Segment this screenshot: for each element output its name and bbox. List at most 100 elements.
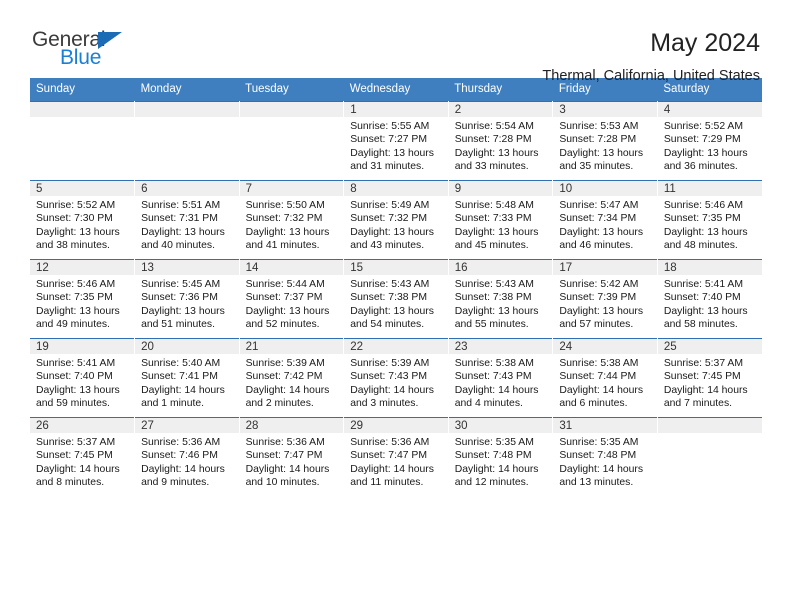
- calendar-day-cell[interactable]: 17 Sunrise: 5:42 AM Sunset: 7:39 PM Dayligh…: [552, 259, 658, 339]
- daylight-text: Daylight: 13 hours and 46 minutes.: [559, 226, 644, 251]
- calendar-week-row: 19 Sunrise: 5:41 AM Sunset: 7:40 PM Dayligh…: [30, 338, 762, 418]
- daylight-text: Daylight: 14 hours and 11 minutes.: [350, 463, 434, 488]
- daylight-text: Daylight: 13 hours and 58 minutes.: [663, 305, 748, 330]
- day-details: Sunrise: 5:46 AM Sunset: 7:35 PM Daylight:…: [658, 196, 762, 252]
- sunset-text: Sunset: 7:32 PM: [350, 213, 428, 225]
- calendar-day-cell[interactable]: 28 Sunrise: 5:36 AM Sunset: 7:47 PM Dayligh…: [239, 417, 345, 496]
- sunset-text: Sunset: 7:38 PM: [350, 292, 428, 304]
- day-number: 23: [448, 339, 553, 354]
- sunrise-text: Sunrise: 5:46 AM: [663, 200, 744, 211]
- calendar-day-cell[interactable]: 11 Sunrise: 5:46 AM Sunset: 7:35 PM Dayligh…: [657, 180, 762, 260]
- general-blue-logo-icon[interactable]: General Blue: [30, 28, 140, 74]
- calendar-day-cell[interactable]: 8 Sunrise: 5:49 AM Sunset: 7:32 PM Daylight…: [343, 180, 449, 260]
- calendar-day-cell[interactable]: 27 Sunrise: 5:36 AM Sunset: 7:46 PM Dayligh…: [134, 417, 240, 496]
- daylight-text: Daylight: 13 hours and 31 minutes.: [350, 147, 434, 172]
- title-block: May 2024 Thermal, California, United Sta…: [542, 28, 762, 86]
- calendar-day-cell[interactable]: 9 Sunrise: 5:48 AM Sunset: 7:33 PM Daylight…: [448, 180, 554, 260]
- calendar-week-row: 12 Sunrise: 5:46 AM Sunset: 7:35 PM Dayligh…: [30, 259, 762, 339]
- calendar-day-cell[interactable]: 20 Sunrise: 5:40 AM Sunset: 7:41 PM Dayligh…: [134, 338, 240, 418]
- day-details: Sunrise: 5:54 AM Sunset: 7:28 PM Daylight:…: [449, 117, 553, 173]
- sunset-text: Sunset: 7:46 PM: [141, 450, 218, 462]
- calendar-day-cell[interactable]: 23 Sunrise: 5:38 AM Sunset: 7:43 PM Dayligh…: [448, 338, 554, 418]
- calendar-cell-empty: [239, 101, 345, 181]
- sunrise-text: Sunrise: 5:38 AM: [559, 358, 639, 369]
- day-number: [239, 102, 344, 117]
- calendar-day-cell[interactable]: 29 Sunrise: 5:36 AM Sunset: 7:47 PM Dayligh…: [343, 417, 449, 496]
- sunrise-text: Sunrise: 5:36 AM: [245, 437, 325, 448]
- sunset-text: Sunset: 7:43 PM: [350, 371, 428, 383]
- day-details: Sunrise: 5:41 AM Sunset: 7:40 PM Daylight:…: [658, 275, 762, 331]
- sunrise-text: Sunrise: 5:44 AM: [245, 279, 325, 290]
- calendar-day-cell[interactable]: 25 Sunrise: 5:37 AM Sunset: 7:45 PM Dayligh…: [657, 338, 762, 418]
- sunrise-text: Sunrise: 5:43 AM: [454, 279, 534, 290]
- calendar-day-cell[interactable]: 7 Sunrise: 5:50 AM Sunset: 7:32 PM Daylight…: [239, 180, 345, 260]
- sunrise-text: Sunrise: 5:41 AM: [663, 279, 744, 290]
- sunrise-text: Sunrise: 5:43 AM: [350, 279, 430, 290]
- calendar-day-cell[interactable]: 1 Sunrise: 5:55 AM Sunset: 7:27 PM Daylight…: [343, 101, 449, 181]
- calendar-day-cell[interactable]: 4 Sunrise: 5:52 AM Sunset: 7:29 PM Daylight…: [657, 101, 762, 181]
- daylight-text: Daylight: 14 hours and 10 minutes.: [245, 463, 330, 488]
- calendar-day-cell[interactable]: 21 Sunrise: 5:39 AM Sunset: 7:42 PM Dayligh…: [239, 338, 345, 418]
- calendar-day-cell[interactable]: 10 Sunrise: 5:47 AM Sunset: 7:34 PM Dayligh…: [552, 180, 658, 260]
- daylight-text: Daylight: 13 hours and 59 minutes.: [36, 384, 120, 409]
- day-details: Sunrise: 5:52 AM Sunset: 7:30 PM Daylight:…: [30, 196, 134, 252]
- sunset-text: Sunset: 7:33 PM: [454, 213, 532, 225]
- calendar-day-cell[interactable]: 12 Sunrise: 5:46 AM Sunset: 7:35 PM Dayligh…: [30, 259, 136, 339]
- calendar-day-cell[interactable]: 16 Sunrise: 5:43 AM Sunset: 7:38 PM Dayligh…: [448, 259, 554, 339]
- sunset-text: Sunset: 7:28 PM: [454, 134, 532, 146]
- calendar-day-cell[interactable]: 13 Sunrise: 5:45 AM Sunset: 7:36 PM Dayligh…: [134, 259, 240, 339]
- calendar-day-cell[interactable]: 18 Sunrise: 5:41 AM Sunset: 7:40 PM Dayligh…: [657, 259, 762, 339]
- page-header: General Blue May 2024 Thermal, Californi…: [30, 0, 762, 84]
- calendar-week-row: 5 Sunrise: 5:52 AM Sunset: 7:30 PM Daylight…: [30, 180, 762, 260]
- day-details: Sunrise: 5:48 AM Sunset: 7:33 PM Daylight:…: [449, 196, 553, 252]
- sunrise-text: Sunrise: 5:38 AM: [454, 358, 534, 369]
- day-number: 4: [657, 102, 762, 117]
- calendar-day-cell[interactable]: 2 Sunrise: 5:54 AM Sunset: 7:28 PM Daylight…: [448, 101, 554, 181]
- day-number: 28: [239, 418, 344, 433]
- day-details: Sunrise: 5:46 AM Sunset: 7:35 PM Daylight:…: [30, 275, 134, 331]
- daylight-text: Daylight: 14 hours and 6 minutes.: [559, 384, 644, 409]
- daylight-text: Daylight: 13 hours and 45 minutes.: [454, 226, 539, 251]
- calendar-day-cell[interactable]: 26 Sunrise: 5:37 AM Sunset: 7:45 PM Dayligh…: [30, 417, 136, 496]
- day-number: 20: [135, 339, 239, 354]
- day-number: 1: [344, 102, 448, 117]
- day-details: Sunrise: 5:49 AM Sunset: 7:32 PM Daylight:…: [344, 196, 448, 252]
- calendar-day-cell[interactable]: 6 Sunrise: 5:51 AM Sunset: 7:31 PM Daylight…: [134, 180, 240, 260]
- calendar-day-cell[interactable]: 22 Sunrise: 5:39 AM Sunset: 7:43 PM Dayligh…: [343, 338, 449, 418]
- calendar-day-cell[interactable]: 31 Sunrise: 5:35 AM Sunset: 7:48 PM Dayligh…: [552, 417, 658, 496]
- calendar-day-cell[interactable]: 30 Sunrise: 5:35 AM Sunset: 7:48 PM Dayligh…: [448, 417, 554, 496]
- calendar-day-cell[interactable]: 15 Sunrise: 5:43 AM Sunset: 7:38 PM Dayligh…: [343, 259, 449, 339]
- day-number: [30, 102, 135, 117]
- sunrise-text: Sunrise: 5:48 AM: [454, 200, 534, 211]
- calendar-day-cell[interactable]: 24 Sunrise: 5:38 AM Sunset: 7:44 PM Dayligh…: [552, 338, 658, 418]
- sunrise-text: Sunrise: 5:35 AM: [559, 437, 639, 448]
- sunset-text: Sunset: 7:47 PM: [245, 450, 323, 462]
- sunset-text: Sunset: 7:40 PM: [36, 371, 113, 383]
- calendar-body: 1 Sunrise: 5:55 AM Sunset: 7:27 PM Daylight…: [30, 101, 762, 496]
- weekday-header-tuesday: Tuesday: [239, 78, 344, 102]
- day-number: 21: [239, 339, 344, 354]
- brand-name-blue: Blue: [60, 46, 102, 69]
- sunset-text: Sunset: 7:37 PM: [245, 292, 323, 304]
- calendar-day-cell[interactable]: 19 Sunrise: 5:41 AM Sunset: 7:40 PM Dayligh…: [30, 338, 136, 418]
- sunset-text: Sunset: 7:38 PM: [454, 292, 532, 304]
- calendar-week-row: 26 Sunrise: 5:37 AM Sunset: 7:45 PM Dayligh…: [30, 417, 762, 496]
- sunrise-text: Sunrise: 5:37 AM: [36, 437, 116, 448]
- sunset-text: Sunset: 7:48 PM: [454, 450, 532, 462]
- calendar-cell-empty: [30, 101, 136, 181]
- daylight-text: Daylight: 14 hours and 3 minutes.: [350, 384, 434, 409]
- sunset-text: Sunset: 7:45 PM: [36, 450, 113, 462]
- day-details: Sunrise: 5:39 AM Sunset: 7:43 PM Daylight:…: [344, 354, 448, 410]
- day-number: 30: [448, 418, 553, 433]
- calendar-day-cell[interactable]: 14 Sunrise: 5:44 AM Sunset: 7:37 PM Dayligh…: [239, 259, 345, 339]
- daylight-text: Daylight: 13 hours and 52 minutes.: [245, 305, 330, 330]
- day-number: 3: [553, 102, 657, 117]
- day-details: Sunrise: 5:55 AM Sunset: 7:27 PM Daylight:…: [344, 117, 448, 173]
- calendar-day-cell[interactable]: 3 Sunrise: 5:53 AM Sunset: 7:28 PM Daylight…: [552, 101, 658, 181]
- calendar-day-cell[interactable]: 5 Sunrise: 5:52 AM Sunset: 7:30 PM Daylight…: [30, 180, 136, 260]
- day-details: Sunrise: 5:39 AM Sunset: 7:42 PM Daylight:…: [240, 354, 344, 410]
- day-details: Sunrise: 5:36 AM Sunset: 7:47 PM Daylight:…: [344, 433, 448, 489]
- brand-triangle-icon: [98, 32, 122, 49]
- daylight-text: Daylight: 13 hours and 55 minutes.: [454, 305, 539, 330]
- daylight-text: Daylight: 14 hours and 9 minutes.: [141, 463, 225, 488]
